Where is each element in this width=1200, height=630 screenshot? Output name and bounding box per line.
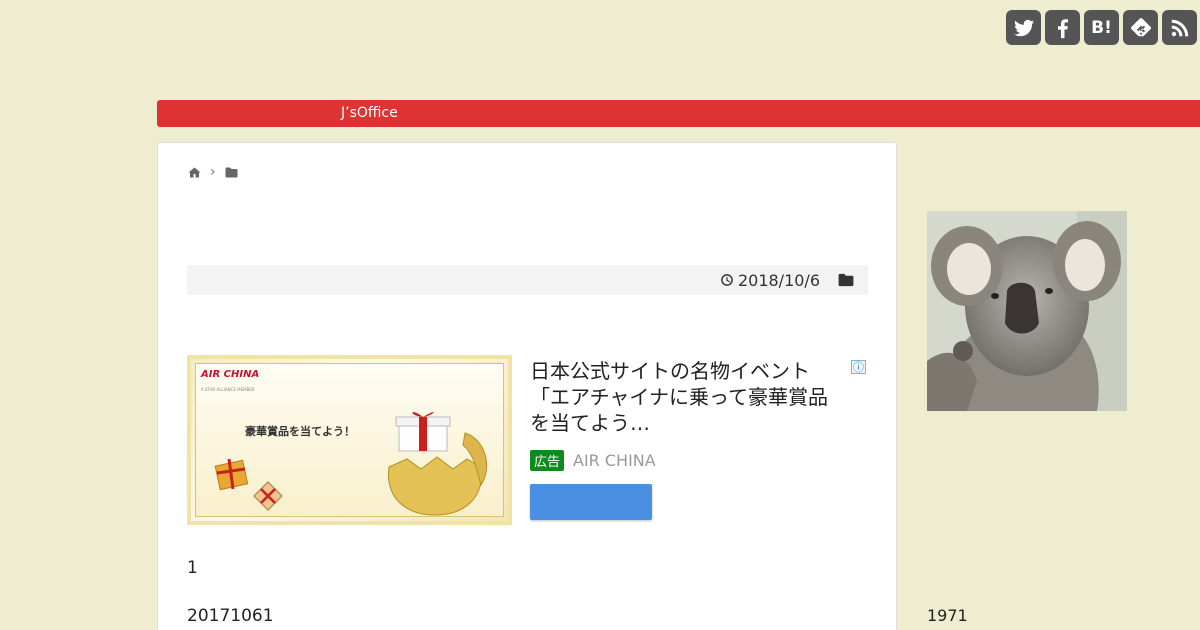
ad-label: 広告 AIR CHINA: [530, 450, 656, 471]
breadcrumb-separator: ›: [210, 164, 216, 180]
rss-icon[interactable]: [1162, 10, 1197, 45]
home-icon[interactable]: [188, 167, 201, 178]
clock-icon: [721, 274, 733, 286]
twitter-icon[interactable]: [1006, 10, 1041, 45]
air-china-logo: AIR CHINA: [201, 369, 260, 380]
ad-title[interactable]: 日本公式サイトの名物イベント「エアチャイナに乗って豪華賞品を当てよう…: [530, 358, 830, 436]
category-folder-icon[interactable]: [838, 273, 854, 287]
koala-photo: [927, 211, 1127, 411]
folder-icon[interactable]: [225, 167, 238, 178]
ad-image-logo-sub: A STAR ALLIANCE MEMBER: [201, 387, 255, 392]
ad-cta-button[interactable]: [530, 484, 652, 520]
site-name-link[interactable]: J’sOffice: [341, 105, 398, 121]
social-share-bar: B!: [1006, 10, 1197, 45]
hatena-bookmark-icon[interactable]: B!: [1084, 10, 1119, 45]
small-gift-icon: [214, 458, 249, 491]
sponsored-ad[interactable]: AIR CHINA A STAR ALLIANCE MEMBER 豪華賞品を当て…: [187, 355, 868, 525]
small-gift-icon-2: [253, 481, 283, 511]
article-paragraph: 20171061: [187, 606, 274, 626]
sidebar-text: 1971: [927, 606, 968, 625]
ad-image[interactable]: AIR CHINA A STAR ALLIANCE MEMBER 豪華賞品を当て…: [187, 355, 512, 525]
article-paragraph: 1: [187, 558, 198, 578]
profile-image-koala: [927, 211, 1127, 411]
global-nav-bar: J’sOffice: [157, 100, 1200, 127]
ad-badge: 広告: [530, 450, 565, 471]
feedly-icon[interactable]: [1123, 10, 1158, 45]
golden-egg-icon: [388, 432, 488, 516]
post-date-text: 2018/10/6: [737, 270, 820, 290]
adchoices-icon[interactable]: ⓘ: [851, 360, 866, 374]
ad-advertiser[interactable]: AIR CHINA: [573, 451, 656, 470]
breadcrumb: ›: [188, 164, 238, 180]
facebook-icon[interactable]: [1045, 10, 1080, 45]
ad-image-text: 豪華賞品を当てよう！: [245, 425, 355, 438]
post-date: 2018/10/6: [720, 271, 820, 290]
main-content: › 2018/10/6 AIR CHINA A STAR ALLIANCE ME…: [157, 142, 897, 630]
post-meta-bar: 2018/10/6: [187, 265, 868, 295]
